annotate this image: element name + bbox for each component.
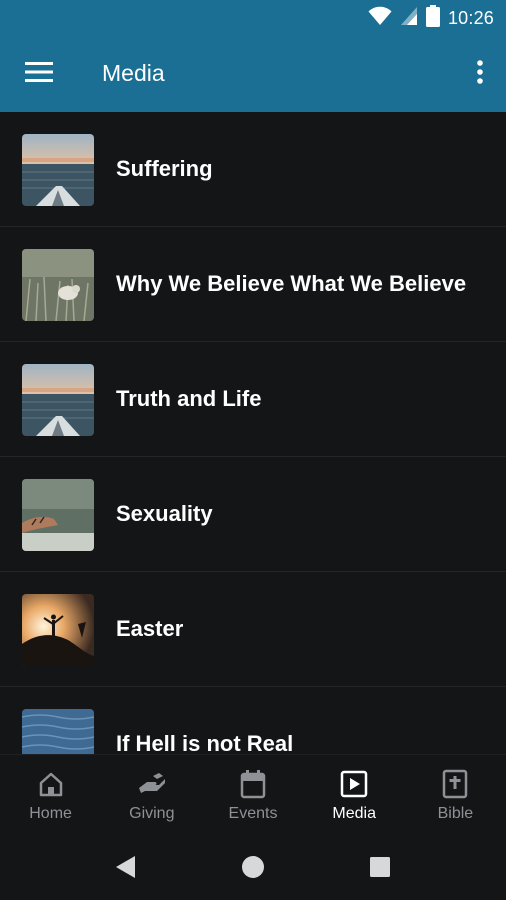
home-system-button[interactable]	[238, 854, 268, 884]
nav-item-media[interactable]: Media	[304, 755, 405, 834]
bible-icon	[442, 769, 468, 799]
media-thumbnail	[22, 709, 94, 754]
hamburger-menu-icon	[25, 61, 53, 88]
home-icon	[37, 769, 65, 799]
recents-button[interactable]	[365, 854, 395, 884]
media-title: If Hell is not Real	[116, 731, 294, 754]
media-title: Easter	[116, 616, 184, 641]
menu-button[interactable]	[18, 54, 60, 94]
status-bar: 10:26	[0, 0, 506, 36]
media-title: Sexuality	[116, 501, 213, 526]
media-list[interactable]: Suffering Why We Believe What We Believe	[0, 112, 506, 754]
nav-label: Bible	[437, 805, 474, 822]
media-thumbnail	[22, 134, 94, 206]
wifi-icon	[368, 6, 392, 31]
media-thumbnail	[22, 364, 94, 436]
media-list-item[interactable]: If Hell is not Real	[0, 687, 506, 754]
overflow-menu-button[interactable]	[468, 54, 492, 94]
media-thumbnail	[22, 249, 94, 321]
media-title: Suffering	[116, 156, 213, 181]
media-list-item[interactable]: Truth and Life	[0, 342, 506, 457]
home-circle-icon	[241, 855, 265, 884]
media-title: Why We Believe What We Believe	[116, 271, 467, 296]
status-icons: 10:26	[368, 4, 494, 32]
nav-label: Home	[29, 805, 72, 822]
nav-item-giving[interactable]: Giving	[101, 755, 202, 834]
page-title: Media	[102, 60, 165, 86]
nav-label: Events	[228, 805, 278, 822]
more-vertical-icon	[476, 59, 484, 90]
media-list-item[interactable]: Suffering	[0, 112, 506, 227]
status-time: 10:26	[447, 7, 494, 28]
play-box-icon	[340, 769, 368, 799]
battery-icon	[425, 4, 440, 32]
app-bar: Media	[0, 36, 506, 112]
media-list-item[interactable]: Why We Believe What We Believe	[0, 227, 506, 342]
giving-hand-icon	[137, 769, 167, 799]
media-thumbnail	[22, 594, 94, 666]
media-list-item[interactable]: Sexuality	[0, 457, 506, 572]
back-triangle-icon	[115, 855, 137, 884]
nav-item-events[interactable]: Events	[202, 755, 303, 834]
media-thumbnail	[22, 479, 94, 551]
cell-signal-icon	[400, 6, 418, 31]
media-title: Truth and Life	[116, 386, 262, 411]
media-list-item[interactable]: Easter	[0, 572, 506, 687]
nav-item-bible[interactable]: Bible	[405, 755, 506, 834]
nav-label: Giving	[129, 805, 175, 822]
nav-item-home[interactable]: Home	[0, 755, 101, 834]
recents-square-icon	[369, 856, 391, 883]
back-button[interactable]	[111, 854, 141, 884]
nav-label: Media	[332, 805, 376, 822]
calendar-icon	[240, 769, 266, 799]
system-navigation-bar	[0, 834, 506, 900]
bottom-navigation: Home Giving Events Media Bible	[0, 754, 506, 834]
